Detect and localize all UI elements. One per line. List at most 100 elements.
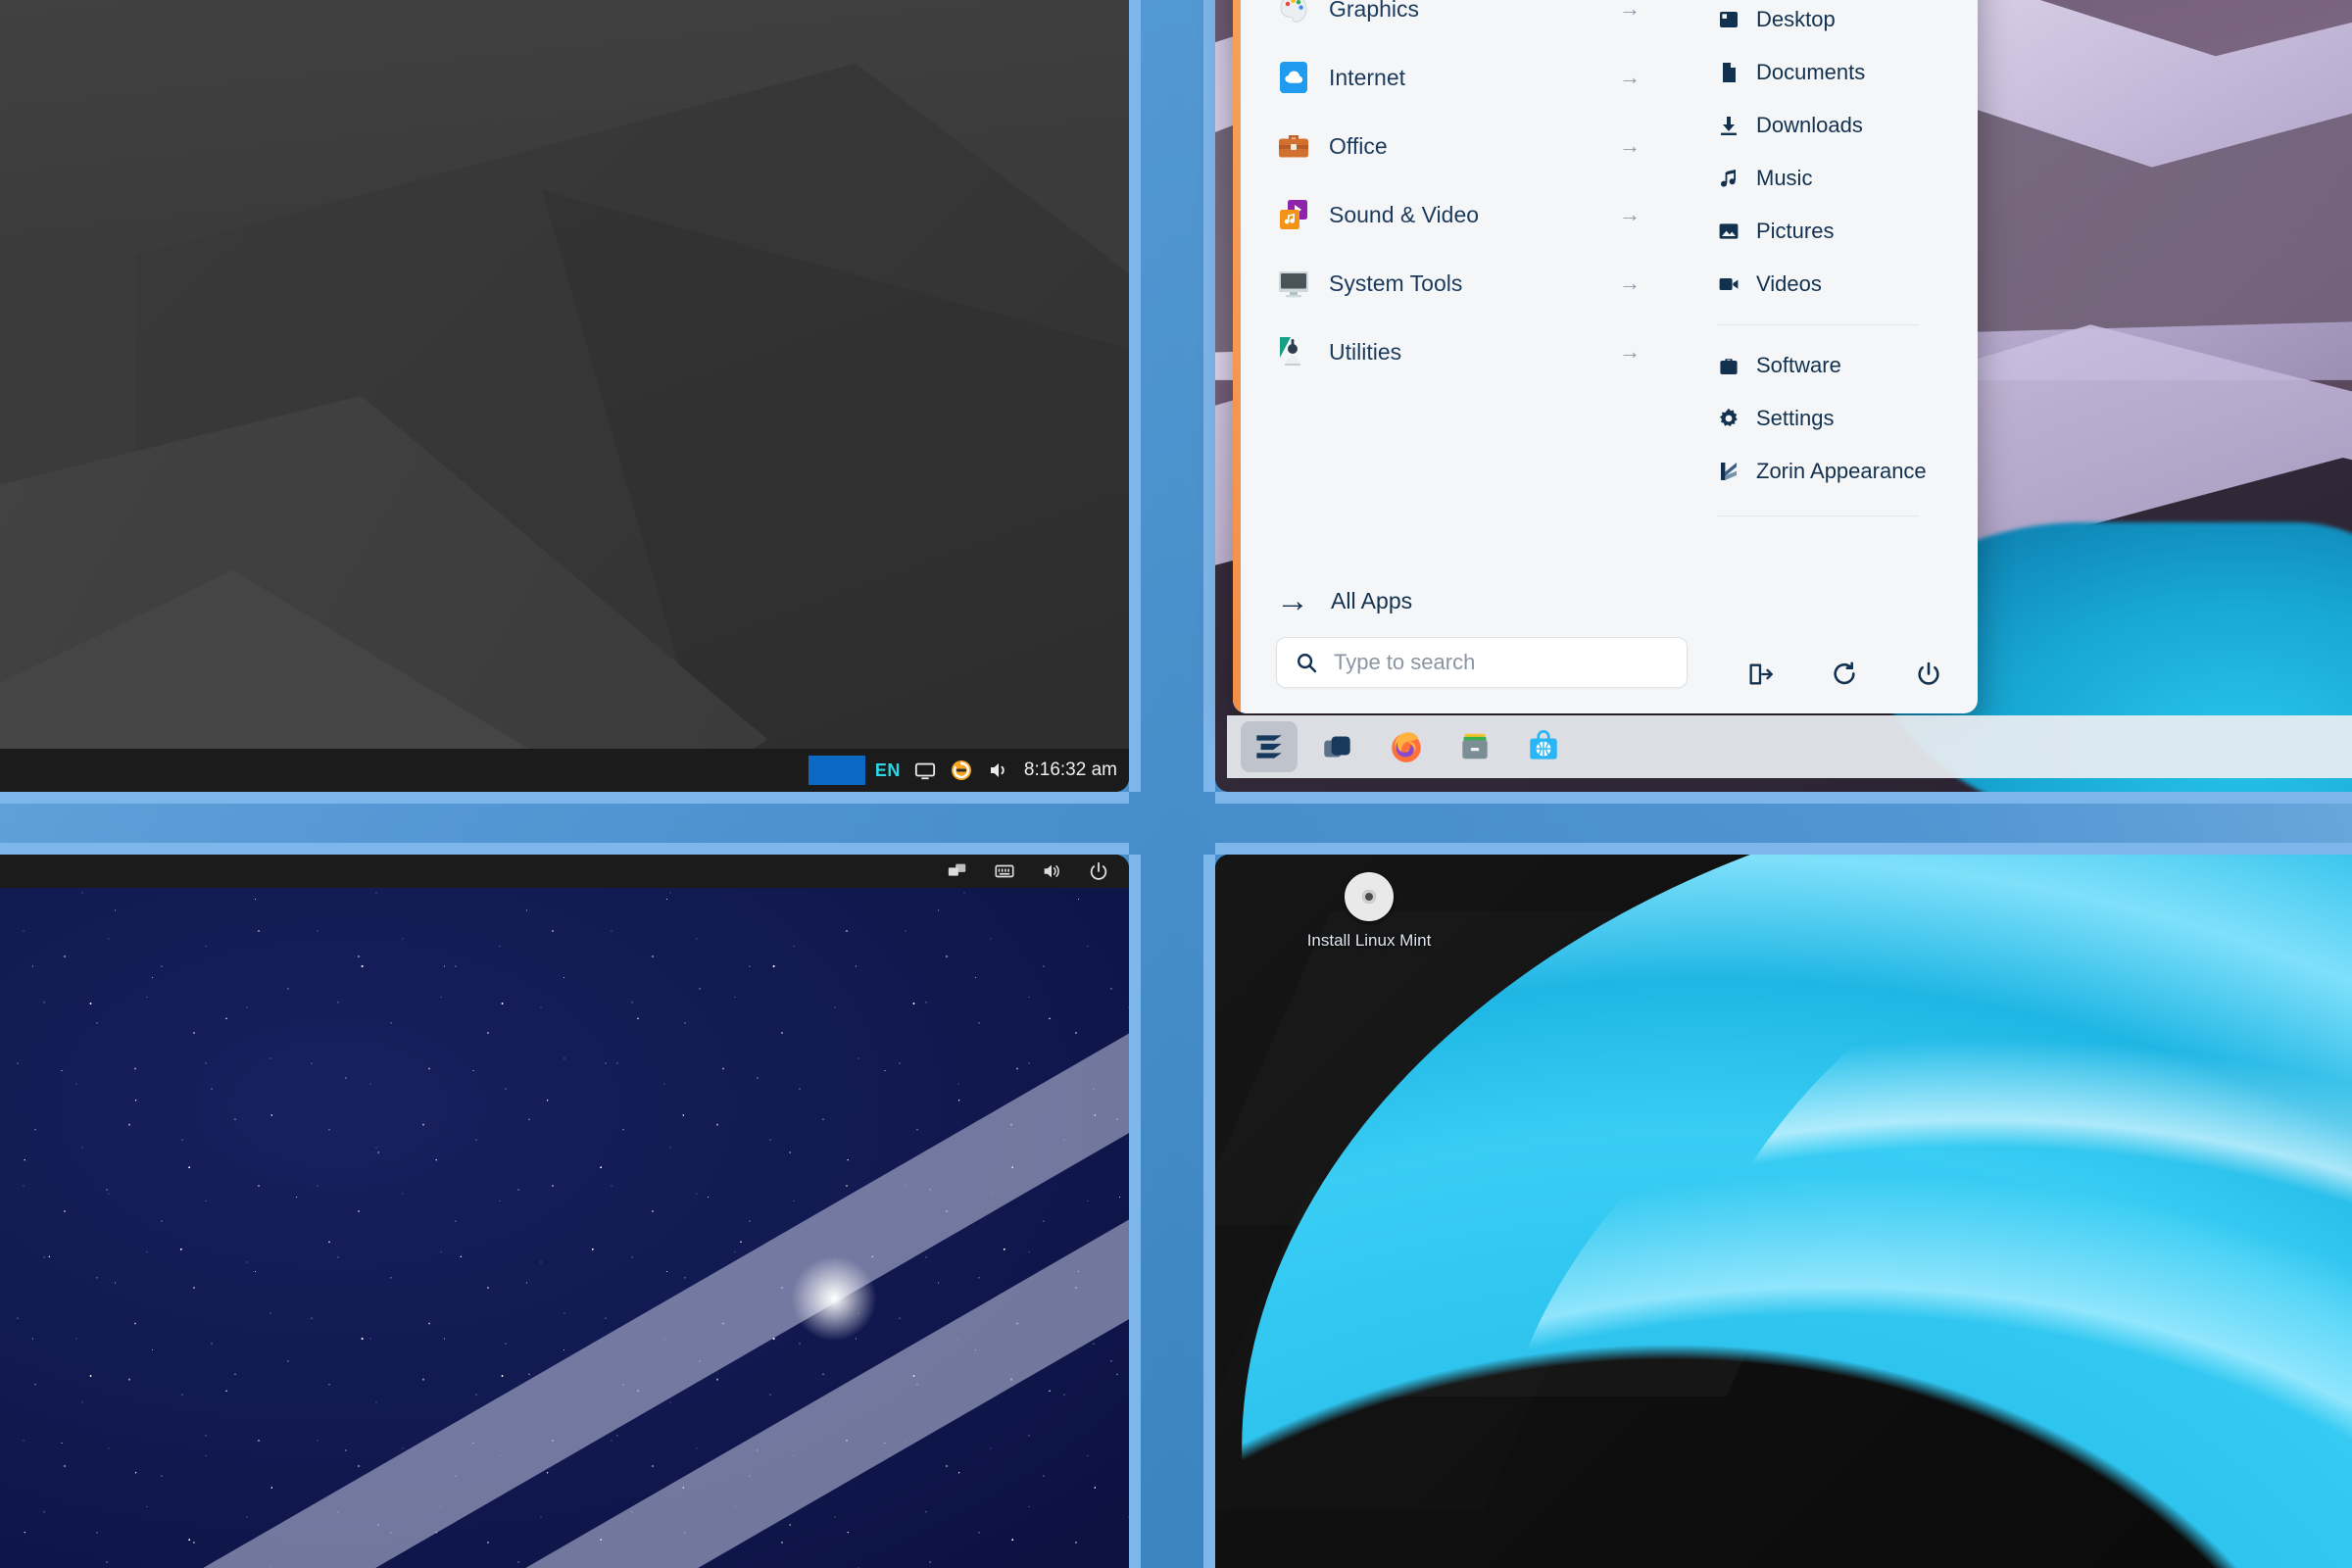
all-apps-label: All Apps: [1331, 587, 1413, 613]
optical-disc-icon: [1345, 872, 1394, 921]
chevron-right-icon: →: [1619, 65, 1641, 89]
system-link-software[interactable]: Software: [1674, 339, 1978, 392]
system-link-label: Settings: [1756, 406, 1835, 430]
keyboard-icon[interactable]: [994, 860, 1015, 882]
chevron-right-icon: →: [1619, 133, 1641, 158]
menu-category-internet[interactable]: Internet →: [1276, 43, 1674, 112]
bottom-left-taskbar[interactable]: [0, 855, 1129, 888]
picture-icon: [1717, 220, 1740, 243]
desktop-icon: [1717, 8, 1740, 31]
place-documents[interactable]: Documents: [1674, 46, 1978, 99]
panel-bevel: [0, 843, 1129, 855]
panel-bevel: [1215, 843, 2352, 855]
panel-bevel: [1129, 0, 1141, 792]
files-icon: [1462, 733, 1488, 760]
clock[interactable]: 8:16:32 am: [1024, 760, 1121, 781]
display-icon[interactable]: [914, 760, 936, 781]
quadrant-bottom-right: Install Linux Mint: [1215, 855, 2352, 1568]
download-icon: [1717, 114, 1740, 137]
zorin-dock[interactable]: [1227, 715, 2352, 778]
desktop-icon-label: Install Linux Mint: [1306, 931, 1432, 950]
menu-category-label: System Tools: [1329, 270, 1463, 296]
top-left-taskbar[interactable]: EN 8:16:32 am: [0, 749, 1129, 792]
panel-bevel: [1129, 855, 1141, 1568]
menu-category-label: Internet: [1329, 64, 1405, 90]
search-placeholder: Type to search: [1334, 650, 1476, 674]
menu-places-column: Home Desktop Documents Downloads: [1674, 0, 1978, 713]
place-downloads[interactable]: Downloads: [1674, 99, 1978, 152]
system-tray: EN 8:16:32 am: [875, 759, 1129, 782]
music-note-icon: [1717, 167, 1740, 190]
menu-category-office[interactable]: Office →: [1276, 112, 1674, 180]
place-label: Desktop: [1756, 7, 1836, 31]
volume-icon[interactable]: [987, 759, 1010, 782]
chevron-right-icon: →: [1619, 339, 1641, 364]
menu-category-label: Office: [1329, 132, 1388, 159]
menu-category-sound-and-video[interactable]: Sound & Video →: [1276, 180, 1674, 249]
palette-icon: [1280, 0, 1307, 23]
document-icon: [1717, 61, 1740, 84]
software-store-icon: [1530, 730, 1557, 760]
menu-categories-column: Graphics → Internet → Office → Sound & V…: [1233, 0, 1688, 713]
dock-firefox-button[interactable]: [1378, 721, 1435, 772]
panel-bevel: [1203, 855, 1215, 1568]
restart-icon[interactable]: [1831, 661, 1858, 688]
dock-software-store-button[interactable]: [1515, 721, 1572, 772]
dock-files-button[interactable]: [1446, 721, 1503, 772]
menu-category-graphics[interactable]: Graphics →: [1276, 0, 1674, 43]
power-icon[interactable]: [1088, 860, 1109, 882]
gear-icon: [1717, 407, 1740, 430]
software-bag-icon: [1717, 354, 1740, 377]
power-icon[interactable]: [1915, 661, 1942, 688]
place-desktop[interactable]: Desktop: [1674, 0, 1978, 46]
windows-icon[interactable]: [947, 860, 968, 882]
menu-category-label: Sound & Video: [1329, 201, 1480, 227]
system-link-zorin-appearance[interactable]: Zorin Appearance: [1674, 445, 1978, 498]
search-input[interactable]: Type to search: [1276, 637, 1688, 688]
place-label: Downloads: [1756, 113, 1863, 137]
system-link-settings[interactable]: Settings: [1674, 392, 1978, 445]
desktop-icon-install-linux-mint[interactable]: Install Linux Mint: [1286, 872, 1452, 951]
quadrant-bottom-left: [0, 855, 1129, 1568]
workspace-indicator[interactable]: [808, 756, 865, 785]
chevron-right-icon: →: [1619, 270, 1641, 295]
cloud-icon: [1280, 62, 1307, 93]
search-icon: [1295, 651, 1318, 674]
wallpaper-dark-geometric: [0, 0, 1129, 792]
menu-category-system-tools[interactable]: System Tools →: [1276, 249, 1674, 318]
window-switcher-icon: [1324, 736, 1350, 758]
chevron-right-icon: →: [1619, 202, 1641, 226]
arrow-right-icon: →: [1276, 582, 1309, 619]
place-label: Pictures: [1756, 219, 1835, 243]
wallpaper-starfield: [0, 855, 1129, 1568]
zorin-application-menu[interactable]: Graphics → Internet → Office → Sound & V…: [1233, 0, 1978, 713]
place-videos[interactable]: Videos: [1674, 258, 1978, 311]
firefox-icon: [1392, 732, 1421, 762]
zorin-appearance-icon: [1717, 460, 1740, 483]
utilities-icon: [1280, 337, 1300, 366]
menu-category-label: Graphics: [1329, 0, 1420, 22]
log-out-icon[interactable]: [1746, 661, 1774, 688]
zorin-menu-icon: [1256, 735, 1282, 759]
dock-zorin-menu-button[interactable]: [1241, 721, 1298, 772]
place-pictures[interactable]: Pictures: [1674, 205, 1978, 258]
dock-window-switcher-button[interactable]: [1309, 721, 1366, 772]
menu-category-utilities[interactable]: Utilities →: [1276, 318, 1674, 386]
video-camera-icon: [1717, 272, 1740, 296]
divider: [1717, 324, 1919, 325]
place-music[interactable]: Music: [1674, 152, 1978, 205]
quadrant-top-left: EN 8:16:32 am: [0, 0, 1129, 792]
system-link-label: Software: [1756, 353, 1841, 377]
place-label: Documents: [1756, 60, 1866, 84]
panel-bevel: [0, 792, 1129, 804]
panel-bevel: [1203, 0, 1215, 792]
update-icon[interactable]: [950, 759, 973, 782]
session-actions: [1674, 661, 1978, 688]
all-apps-button[interactable]: → All Apps: [1276, 584, 1674, 617]
place-label: Music: [1756, 166, 1813, 190]
panel-bevel: [1215, 792, 2352, 804]
system-link-label: Zorin Appearance: [1756, 459, 1927, 483]
menu-category-label: Utilities: [1329, 338, 1402, 365]
language-indicator[interactable]: EN: [875, 760, 901, 781]
volume-icon[interactable]: [1041, 860, 1062, 882]
